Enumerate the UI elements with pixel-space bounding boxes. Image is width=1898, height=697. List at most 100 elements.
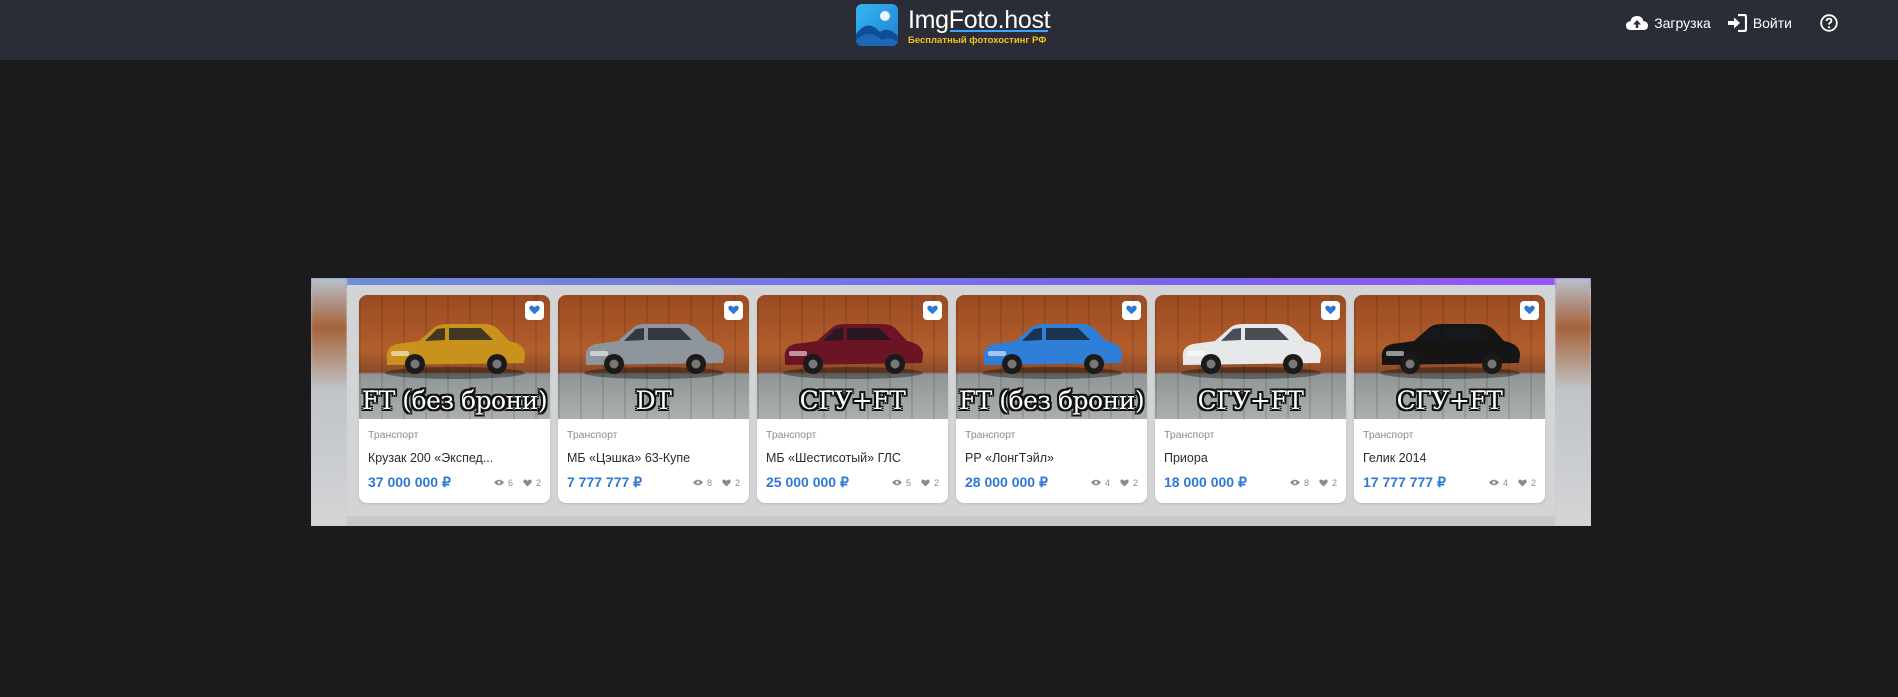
image-icon [856, 4, 898, 46]
listing-stats: 4 2 [1488, 477, 1536, 488]
listing-card[interactable]: СГУ+FT Транспорт Приора 18 000 000 ₽ 8 2 [1155, 295, 1346, 503]
favorite-button[interactable] [1520, 301, 1539, 320]
listing-price: 25 000 000 ₽ [766, 474, 849, 490]
sign-in-icon [1727, 14, 1747, 32]
favorite-button[interactable] [525, 301, 544, 320]
help-button[interactable] [1820, 14, 1838, 32]
photo-caption: DT [635, 386, 672, 415]
listing-card[interactable]: DT Транспорт МБ «Цэшка» 63-Купе 7 777 77… [558, 295, 749, 503]
favorite-button[interactable] [923, 301, 942, 320]
views-count: 4 [1502, 477, 1508, 488]
likes-count: 2 [1331, 477, 1337, 488]
cloud-upload-icon [1626, 15, 1649, 31]
heart-icon [1120, 479, 1129, 487]
heart-icon [529, 302, 540, 320]
likes-count: 2 [1132, 477, 1138, 488]
listing-category: Транспорт [965, 429, 1016, 441]
listing-stats: 8 2 [692, 477, 740, 488]
upload-button[interactable]: Загрузка [1626, 15, 1711, 31]
listing-title[interactable]: Приора [1164, 451, 1337, 465]
listing-title[interactable]: РР «ЛонгТэйл» [965, 451, 1138, 465]
listing-category: Транспорт [766, 429, 817, 441]
photo-caption: СГУ+FT [1396, 386, 1503, 415]
photo-caption: FT (без брони) [958, 386, 1145, 415]
listing-category: Транспорт [1164, 429, 1215, 441]
listing-card[interactable]: СГУ+FT Транспорт МБ «Шестисотый» ГЛС 25 … [757, 295, 948, 503]
listing-title[interactable]: Гелик 2014 [1363, 451, 1536, 465]
heart-icon [1518, 479, 1527, 487]
upload-label: Загрузка [1654, 15, 1711, 31]
listing-title[interactable]: МБ «Шестисотый» ГЛС [766, 451, 939, 465]
heart-icon [927, 302, 938, 320]
eye-icon [493, 479, 504, 486]
listing-photo: СГУ+FT [1155, 295, 1346, 419]
car-image [1380, 324, 1520, 379]
listing-category: Транспорт [567, 429, 618, 441]
heart-icon [921, 479, 930, 487]
listing-price: 7 777 777 ₽ [567, 474, 643, 490]
listing-photo: FT (без брони) [956, 295, 1147, 419]
views-count: 4 [1104, 477, 1110, 488]
listing-stats: 6 2 [493, 477, 541, 488]
site-logo[interactable]: ImgFoto.host Бесплатный фотохостинг РФ [856, 4, 1051, 48]
listing-stats: 5 2 [891, 477, 939, 488]
listing-stats: 4 2 [1090, 477, 1138, 488]
logo-tagline: Бесплатный фотохостинг РФ [908, 35, 1047, 46]
listing-photo: СГУ+FT [757, 295, 948, 419]
listing-card[interactable]: СГУ+FT Транспорт Гелик 2014 17 777 777 ₽… [1354, 295, 1545, 503]
listing-photo: СГУ+FT [1354, 295, 1545, 419]
likes-count: 2 [734, 477, 740, 488]
listing-photo: DT [558, 295, 749, 419]
favorite-button[interactable] [724, 301, 743, 320]
likes-count: 2 [535, 477, 541, 488]
listing-price: 17 777 777 ₽ [1363, 474, 1446, 490]
listing-category: Транспорт [368, 429, 419, 441]
eye-icon [1289, 479, 1300, 486]
listing-cards: FT (без брони) Транспорт Крузак 200 «Экс… [359, 295, 1545, 503]
listing-card[interactable]: FT (без брони) Транспорт РР «ЛонгТэйл» 2… [956, 295, 1147, 503]
likes-count: 2 [933, 477, 939, 488]
photo-caption: СГУ+FT [799, 386, 906, 415]
login-button[interactable]: Войти [1727, 14, 1792, 32]
favorite-button[interactable] [1321, 301, 1340, 320]
favorite-button[interactable] [1122, 301, 1141, 320]
listing-category: Транспорт [1363, 429, 1414, 441]
listing-photo: FT (без брони) [359, 295, 550, 419]
heart-icon [722, 479, 731, 487]
heart-icon [1126, 302, 1137, 320]
eye-icon [692, 479, 703, 486]
heart-icon [1325, 302, 1336, 320]
eye-icon [891, 479, 902, 486]
eye-icon [1488, 479, 1499, 486]
heart-icon [728, 302, 739, 320]
views-count: 6 [507, 477, 513, 488]
likes-count: 2 [1530, 477, 1536, 488]
views-count: 5 [905, 477, 911, 488]
listing-card[interactable]: FT (без брони) Транспорт Крузак 200 «Экс… [359, 295, 550, 503]
heart-icon [1524, 302, 1535, 320]
top-bar: ImgFoto.host Бесплатный фотохостинг РФ З… [0, 0, 1898, 60]
eye-icon [1090, 479, 1101, 486]
car-image [783, 324, 923, 379]
photo-caption: СГУ+FT [1197, 386, 1304, 415]
top-nav: Загрузка Войти [1626, 14, 1838, 32]
car-image [584, 324, 724, 379]
views-count: 8 [706, 477, 712, 488]
help-icon [1820, 14, 1838, 32]
views-count: 8 [1303, 477, 1309, 488]
login-label: Войти [1752, 15, 1792, 31]
photo-caption: FT (без брони) [361, 386, 548, 415]
car-image [385, 324, 525, 379]
car-image [1181, 324, 1321, 379]
uploaded-image-preview[interactable]: FT (без брони) Транспорт Крузак 200 «Экс… [311, 278, 1591, 526]
listing-stats: 8 2 [1289, 477, 1337, 488]
heart-icon [523, 479, 532, 487]
listing-title[interactable]: МБ «Цэшка» 63-Купе [567, 451, 740, 465]
listing-price: 28 000 000 ₽ [965, 474, 1048, 490]
listing-price: 18 000 000 ₽ [1164, 474, 1247, 490]
logo-name: ImgFoto.host [908, 6, 1051, 34]
heart-icon [1319, 479, 1328, 487]
listing-price: 37 000 000 ₽ [368, 474, 451, 490]
listing-title[interactable]: Крузак 200 «Экспед... [368, 451, 541, 465]
listing-panel: FT (без брони) Транспорт Крузак 200 «Экс… [347, 285, 1555, 516]
